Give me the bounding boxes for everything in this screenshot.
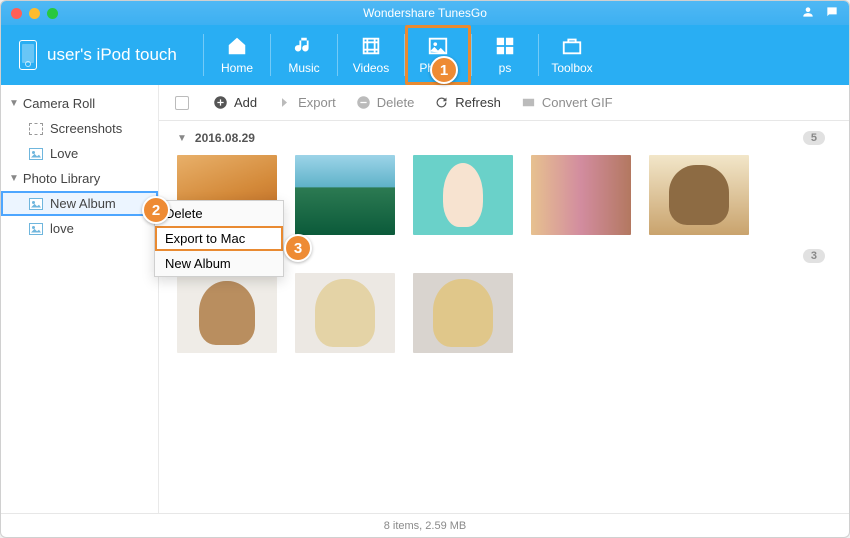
refresh-button[interactable]: Refresh: [434, 95, 501, 110]
sidebar-label-photo-library: Photo Library: [23, 171, 100, 186]
delete-button[interactable]: Delete: [356, 95, 415, 110]
export-label: Export: [298, 95, 336, 110]
photo-thumbnail[interactable]: [649, 155, 749, 235]
thumbnail-row-2: [177, 273, 831, 353]
nav-apps-label: ps: [499, 61, 512, 75]
device-selector[interactable]: user's iPod touch: [19, 40, 179, 70]
nav-videos[interactable]: Videos: [338, 25, 404, 85]
sidebar-label-camera-roll: Camera Roll: [23, 96, 95, 111]
album-icon: [29, 198, 43, 210]
disclosure-triangle-icon: ▼: [9, 173, 19, 184]
main-area: Add Export Delete Refresh Convert GIF: [159, 85, 849, 513]
context-menu-delete[interactable]: Delete: [155, 201, 283, 226]
context-menu-new-album[interactable]: New Album: [155, 251, 283, 276]
section-header-1[interactable]: ▼ 2016.08.29 5: [177, 131, 831, 145]
export-button[interactable]: Export: [277, 95, 336, 110]
videos-icon: [358, 35, 384, 57]
sidebar-item-love[interactable]: Love: [1, 141, 158, 166]
sidebar-item-screenshots[interactable]: Screenshots: [1, 116, 158, 141]
home-icon: [224, 35, 250, 57]
add-label: Add: [234, 95, 257, 110]
apps-icon: [492, 35, 518, 57]
account-icon[interactable]: [801, 5, 815, 22]
app-title: Wondershare TunesGo: [1, 6, 849, 20]
status-bar: 8 items, 2.59 MB: [1, 513, 849, 537]
album-icon: [29, 148, 43, 160]
annotation-1: 1: [430, 56, 458, 84]
nav-videos-label: Videos: [353, 61, 389, 75]
sidebar-group-photo-library[interactable]: ▼ Photo Library: [1, 166, 158, 191]
content: ▼ Camera Roll Screenshots Love ▼ Photo L…: [1, 85, 849, 513]
maximize-window-button[interactable]: [47, 8, 58, 19]
window-controls: [11, 8, 58, 19]
nav-music[interactable]: Music: [271, 25, 337, 85]
feedback-icon[interactable]: [825, 5, 839, 22]
nav-apps[interactable]: ps: [472, 25, 538, 85]
device-name: user's iPod touch: [47, 45, 177, 65]
photo-thumbnail[interactable]: [177, 273, 277, 353]
convert-gif-label: Convert GIF: [542, 95, 613, 110]
context-menu-export-to-mac[interactable]: Export to Mac: [155, 226, 283, 251]
app-window: Wondershare TunesGo user's iPod touch Ho…: [0, 0, 850, 538]
minimize-window-button[interactable]: [29, 8, 40, 19]
sidebar-label-love2: love: [50, 221, 74, 236]
nav-music-label: Music: [288, 61, 319, 75]
disclosure-triangle-icon: ▼: [9, 98, 19, 109]
photo-thumbnail[interactable]: [295, 273, 395, 353]
toolbar: Add Export Delete Refresh Convert GIF: [159, 85, 849, 121]
photos-icon: [425, 35, 451, 57]
photo-thumbnail[interactable]: [413, 155, 513, 235]
section-count-badge: 5: [803, 131, 825, 145]
nav-home[interactable]: Home: [204, 25, 270, 85]
titlebar: Wondershare TunesGo: [1, 1, 849, 25]
sidebar-item-new-album[interactable]: New Album: [1, 191, 158, 216]
nav-items: Home Music Videos Photos ps: [203, 25, 605, 85]
refresh-icon: [434, 95, 449, 110]
context-menu: Delete Export to Mac New Album: [154, 200, 284, 277]
section-date-label: 2016.08.29: [195, 131, 255, 145]
add-button[interactable]: Add: [213, 95, 257, 110]
plus-circle-icon: [213, 95, 228, 110]
export-icon: [277, 95, 292, 110]
header: user's iPod touch Home Music Videos Phot…: [1, 25, 849, 85]
device-icon: [19, 40, 37, 70]
status-text: 8 items, 2.59 MB: [384, 520, 467, 532]
sidebar-label-love: Love: [50, 146, 78, 161]
photo-thumbnail[interactable]: [295, 155, 395, 235]
screenshots-icon: [29, 123, 43, 135]
music-icon: [291, 35, 317, 57]
photo-thumbnail[interactable]: [413, 273, 513, 353]
toolbox-icon: [559, 35, 585, 57]
close-window-button[interactable]: [11, 8, 22, 19]
sidebar-item-love2[interactable]: love: [1, 216, 158, 241]
section-count-badge: 3: [803, 249, 825, 263]
annotation-3: 3: [284, 234, 312, 262]
refresh-label: Refresh: [455, 95, 501, 110]
photo-thumbnail[interactable]: [531, 155, 631, 235]
delete-label: Delete: [377, 95, 415, 110]
sidebar-label-new-album: New Album: [50, 196, 116, 211]
minus-circle-icon: [356, 95, 371, 110]
sidebar-group-camera-roll[interactable]: ▼ Camera Roll: [1, 91, 158, 116]
disclosure-triangle-icon: ▼: [177, 133, 187, 144]
gif-icon: [521, 95, 536, 110]
album-icon: [29, 223, 43, 235]
select-all-checkbox[interactable]: [175, 96, 189, 110]
convert-gif-button[interactable]: Convert GIF: [521, 95, 613, 110]
nav-home-label: Home: [221, 61, 253, 75]
nav-toolbox-label: Toolbox: [551, 61, 592, 75]
sidebar: ▼ Camera Roll Screenshots Love ▼ Photo L…: [1, 85, 159, 513]
sidebar-label-screenshots: Screenshots: [50, 121, 122, 136]
annotation-2: 2: [142, 196, 170, 224]
nav-toolbox[interactable]: Toolbox: [539, 25, 605, 85]
